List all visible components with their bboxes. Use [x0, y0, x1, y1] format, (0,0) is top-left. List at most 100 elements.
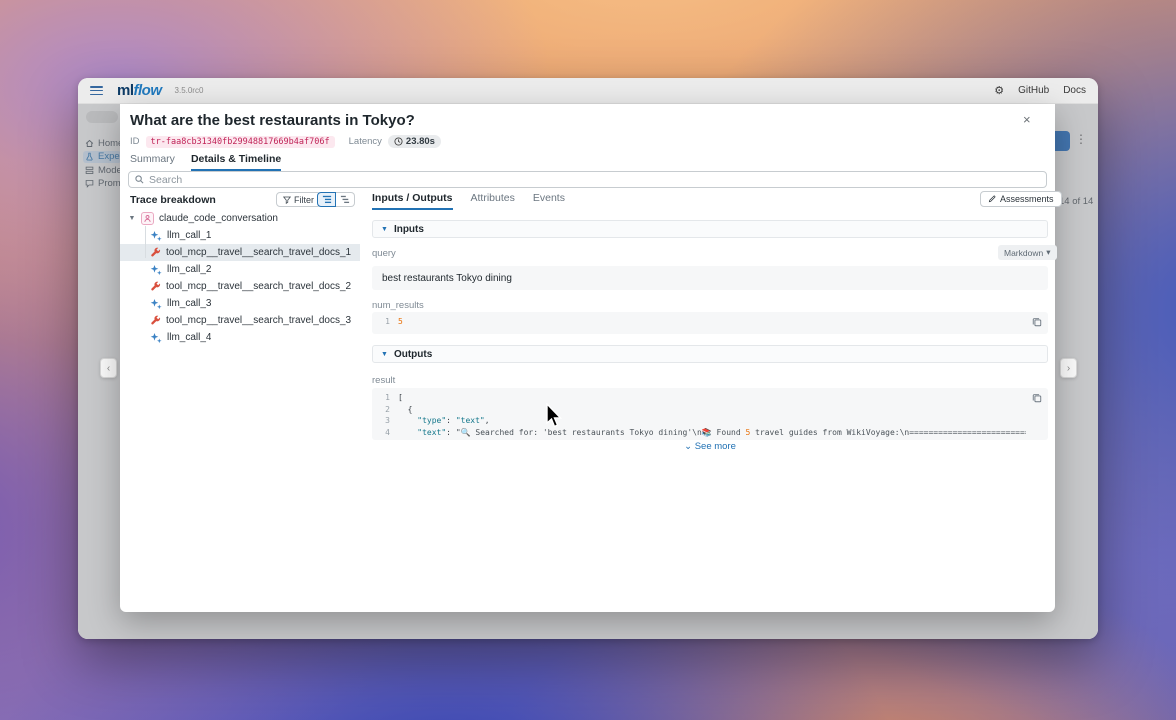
version-label: 3.5.0rc0 [175, 86, 204, 95]
tab-summary[interactable]: Summary [130, 153, 175, 171]
next-trace-button[interactable]: › [1060, 358, 1077, 378]
logo-flow: flow [134, 82, 162, 99]
assessments-button[interactable]: Assessments [980, 191, 1062, 207]
timeline-view-toggle[interactable] [336, 192, 355, 207]
logo-ml: ml [117, 82, 134, 99]
copy-icon [1032, 393, 1042, 403]
view-toggle-group [317, 192, 355, 207]
tab-attributes[interactable]: Attributes [471, 192, 515, 210]
result-field-label: result [372, 375, 395, 386]
tree-row-llm_call_3[interactable]: llm_call_3 [120, 295, 360, 312]
sparkles-icon [150, 230, 162, 242]
trace-breakdown-title: Trace breakdown [130, 194, 216, 206]
num-results-field-label: num_results [372, 300, 424, 311]
inputs-section-header[interactable]: ▼ Inputs [372, 220, 1048, 238]
modal-tabs: Summary Details & Timeline [130, 153, 281, 171]
assessments-label: Assessments [1000, 194, 1054, 204]
tree-row-claude_code_conversation[interactable]: ▼ claude_code_conversation [120, 210, 360, 227]
tab-events[interactable]: Events [533, 192, 565, 210]
num-results-code-block: 15 [372, 312, 1048, 334]
tree-row-llm_call_2[interactable]: llm_call_2 [120, 261, 360, 278]
copy-button[interactable] [1032, 393, 1042, 405]
trace-detail-modal: What are the best restaurants in Tokyo? … [120, 104, 1055, 612]
tree-row-llm_call_4[interactable]: llm_call_4 [120, 329, 360, 346]
filter-label: Filter [294, 195, 314, 205]
sparkles-icon [150, 298, 162, 310]
tree-row-label: llm_call_2 [167, 264, 211, 275]
trace-id-badge[interactable]: tr-faa8cb31340fb29948817669b4af706f [146, 136, 335, 148]
code-line: 15 [378, 316, 1026, 328]
chevron-down-icon: ▼ [381, 351, 388, 358]
query-field-label: query [372, 248, 396, 259]
tree-row-label: tool_mcp__travel__search_travel_docs_3 [166, 315, 351, 326]
code-line: 2 { [378, 404, 1026, 416]
chevron-down-icon: ▼ [381, 226, 388, 233]
tree-row-tool_mcp__travel__search_travel_docs_1[interactable]: tool_mcp__travel__search_travel_docs_1 [120, 244, 360, 261]
pencil-icon [988, 195, 996, 203]
copy-icon [1032, 317, 1042, 327]
search-icon [135, 175, 144, 184]
chevron-down-icon: ▾ [1046, 247, 1050, 258]
gear-icon[interactable]: ⚙ [994, 84, 1004, 97]
docs-link[interactable]: Docs [1063, 85, 1086, 96]
result-code-block: 1[2 {3 "type": "text",4 "text": "🔍 Searc… [372, 388, 1048, 440]
id-label: ID [130, 136, 140, 147]
chevron-down-icon[interactable]: ▼ [128, 215, 136, 222]
outputs-section-header[interactable]: ▼ Outputs [372, 345, 1048, 363]
tree-row-label: tool_mcp__travel__search_travel_docs_1 [166, 247, 351, 258]
chevron-left-icon: ‹ [107, 363, 110, 374]
wrench-icon [150, 281, 161, 292]
copy-button[interactable] [1032, 317, 1042, 329]
desktop: { "window": { "header": { "logo_ml": "ml… [0, 0, 1176, 720]
span-detail-tabs: Inputs / Outputs Attributes Events [372, 192, 565, 210]
app-header: mlflow 3.5.0rc0 ⚙ GitHub Docs [78, 78, 1098, 104]
tree-row-tool_mcp__travel__search_travel_docs_2[interactable]: tool_mcp__travel__search_travel_docs_2 [120, 278, 360, 295]
tree-connector [145, 226, 146, 258]
github-link[interactable]: GitHub [1018, 85, 1049, 96]
tree-row-label: claude_code_conversation [159, 213, 278, 224]
prev-trace-button[interactable]: ‹ [100, 358, 117, 378]
filter-button[interactable]: Filter [276, 192, 321, 207]
tree-row-tool_mcp__travel__search_travel_docs_3[interactable]: tool_mcp__travel__search_travel_docs_3 [120, 312, 360, 329]
gantt-icon [340, 195, 350, 204]
code-line: 3 "type": "text", [378, 415, 1026, 427]
modal-title: What are the best restaurants in Tokyo? [130, 112, 415, 129]
query-value-box: best restaurants Tokyo dining [372, 266, 1048, 290]
agent-icon [141, 212, 154, 225]
app-content: HomeExperimentsModelsPrompts ⋮ 14 of 14 … [78, 104, 1098, 639]
tree-row-label: tool_mcp__travel__search_travel_docs_2 [166, 281, 351, 292]
query-value: best restaurants Tokyo dining [372, 266, 1048, 291]
mlflow-logo[interactable]: mlflow [117, 82, 162, 99]
sparkles-icon [150, 332, 162, 344]
tree-row-label: llm_call_4 [167, 332, 211, 343]
latency-value: 23.80s [406, 136, 435, 147]
wrench-icon [150, 315, 161, 326]
wrench-icon [150, 247, 161, 258]
latency-badge: 23.80s [388, 135, 441, 148]
render-mode-value: Markdown [1004, 248, 1043, 258]
render-mode-select[interactable]: Markdown ▾ [998, 245, 1057, 260]
chevron-right-icon: › [1067, 363, 1070, 374]
code-line: 4 "text": "🔍 Searched for: 'best restaur… [378, 427, 1026, 439]
tree-list-icon [322, 195, 332, 204]
inputs-section-title: Inputs [394, 224, 424, 235]
hamburger-menu-icon[interactable] [90, 86, 103, 95]
funnel-icon [283, 196, 291, 204]
sparkles-icon [150, 264, 162, 276]
clock-icon [394, 137, 403, 146]
trace-search[interactable] [128, 171, 1047, 188]
tab-inputs-outputs[interactable]: Inputs / Outputs [372, 192, 453, 210]
search-input[interactable] [149, 174, 1040, 186]
tree-view-toggle[interactable] [317, 192, 336, 207]
tab-details-timeline[interactable]: Details & Timeline [191, 153, 281, 171]
tree-row-label: llm_call_3 [167, 298, 211, 309]
mlflow-window: mlflow 3.5.0rc0 ⚙ GitHub Docs HomeExperi… [78, 78, 1098, 639]
trace-meta-row: ID tr-faa8cb31340fb29948817669b4af706f L… [130, 135, 441, 148]
outputs-section-title: Outputs [394, 349, 432, 360]
see-more-link[interactable]: ⌄ See more [372, 441, 1048, 452]
code-line: 1[ [378, 392, 1026, 404]
close-icon[interactable]: × [1023, 112, 1031, 127]
tree-row-label: llm_call_1 [167, 230, 211, 241]
span-tree: ▼ claude_code_conversation llm_call_1 tool_… [120, 210, 360, 346]
tree-row-llm_call_1[interactable]: llm_call_1 [120, 227, 360, 244]
